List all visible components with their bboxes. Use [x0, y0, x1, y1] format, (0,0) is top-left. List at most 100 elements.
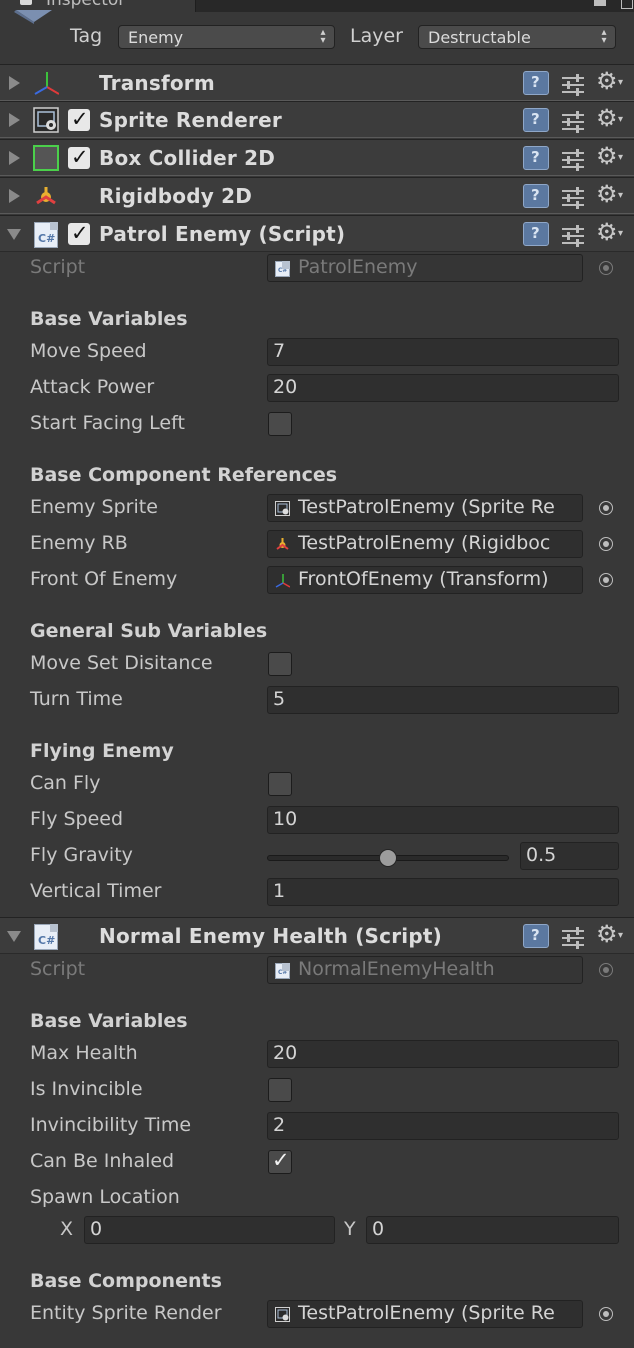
help-book-icon[interactable]: ? [523, 184, 549, 208]
script-field: C# NormalEnemyHealth [267, 956, 583, 984]
front-of-enemy-field[interactable]: FrontOfEnemy (Transform) [267, 566, 583, 594]
invincibility-time-field[interactable]: 2 [267, 1112, 619, 1140]
enemy-sprite-value: TestPatrolEnemy (Sprite Re [298, 496, 555, 518]
foldout-arrow-icon[interactable] [9, 76, 20, 90]
foldout-arrow-icon[interactable] [7, 931, 21, 942]
inspector-tab-strip: Inspector [0, 0, 634, 12]
section-base-variables: Base Variables [30, 1010, 188, 1032]
component-title: Rigidbody 2D [99, 184, 253, 208]
is-invincible-label: Is Invincible [30, 1078, 143, 1100]
sprite-renderer-enabled-checkbox[interactable]: ✓ [68, 107, 90, 131]
foldout-arrow-icon[interactable] [9, 151, 20, 165]
attack-power-field[interactable]: 20 [267, 374, 619, 402]
front-of-enemy-label: Front Of Enemy [30, 568, 178, 590]
spawn-y-field[interactable]: 0 [366, 1216, 619, 1244]
object-picker-icon [599, 261, 613, 275]
start-facing-left-checkbox[interactable] [268, 412, 292, 436]
presets-sliders-icon[interactable] [562, 111, 586, 133]
can-fly-label: Can Fly [30, 772, 101, 794]
foldout-arrow-icon[interactable] [9, 113, 20, 127]
component-title: Box Collider 2D [99, 146, 276, 170]
fly-speed-field[interactable]: 10 [267, 806, 619, 834]
foldout-arrow-icon[interactable] [9, 189, 20, 203]
fly-speed-label: Fly Speed [30, 808, 124, 830]
entity-sprite-render-field[interactable]: TestPatrolEnemy (Sprite Re [267, 1300, 583, 1328]
lock-icon[interactable] [621, 0, 633, 9]
component-title: Normal Enemy Health (Script) [99, 924, 442, 948]
gear-icon[interactable]: ⚙ ▾ [596, 142, 623, 170]
component-header-rigidbody-2d[interactable]: Rigidbody 2D ? ⚙ ▾ [0, 177, 634, 214]
can-be-inhaled-checkbox[interactable]: ✓ [268, 1148, 292, 1174]
is-invincible-checkbox[interactable] [268, 1078, 292, 1102]
component-header-normal-enemy-health[interactable]: C# Normal Enemy Health (Script) ? ⚙ ▾ [0, 917, 634, 954]
move-speed-label: Move Speed [30, 340, 147, 362]
gear-icon[interactable]: ⚙ ▾ [596, 180, 623, 208]
inspector-tab-icon [20, 0, 32, 5]
gameobject-cube-icon [14, 10, 52, 24]
move-set-distance-checkbox[interactable] [268, 652, 292, 676]
object-picker-icon[interactable] [599, 537, 613, 551]
gear-icon[interactable]: ⚙ ▾ [596, 67, 623, 95]
transform-axes-icon [275, 574, 290, 588]
component-header-patrol-enemy[interactable]: C# ✓ Patrol Enemy (Script) ? ⚙ ▾ [0, 215, 634, 252]
csharp-script-icon: C# [34, 222, 58, 248]
object-picker-icon[interactable] [599, 1307, 613, 1321]
patrol-enemy-enabled-checkbox[interactable]: ✓ [68, 221, 90, 245]
enemy-sprite-label: Enemy Sprite [30, 496, 158, 518]
tab-menu-icon[interactable] [594, 0, 606, 6]
presets-sliders-icon[interactable] [562, 927, 586, 949]
tag-label: Tag [70, 25, 103, 47]
object-picker-icon[interactable] [599, 501, 613, 515]
rigidbody-icon [36, 187, 56, 205]
gear-icon[interactable]: ⚙ ▾ [596, 218, 623, 246]
component-header-box-collider-2d[interactable]: ✓ Box Collider 2D ? ⚙ ▾ [0, 139, 634, 176]
entity-sprite-render-label: Entity Sprite Render [30, 1302, 222, 1324]
spawn-x-field[interactable]: 0 [84, 1216, 335, 1244]
move-speed-field[interactable]: 7 [267, 338, 619, 366]
csharp-script-icon: C# [34, 924, 58, 950]
enemy-sprite-field[interactable]: TestPatrolEnemy (Sprite Re [267, 494, 583, 522]
gear-icon[interactable]: ⚙ ▾ [596, 920, 623, 948]
presets-sliders-icon[interactable] [562, 74, 586, 96]
sprite-renderer-icon [275, 1307, 290, 1322]
attack-power-label: Attack Power [30, 376, 155, 398]
fly-gravity-slider-handle[interactable] [379, 849, 397, 867]
tag-dropdown[interactable]: Enemy ▴ ▾ [118, 25, 335, 49]
turn-time-field[interactable]: 5 [267, 686, 619, 714]
section-base-variables: Base Variables [30, 308, 188, 330]
object-picker-icon [599, 963, 613, 977]
sprite-renderer-icon [33, 107, 59, 133]
object-picker-icon[interactable] [599, 573, 613, 587]
layer-dropdown[interactable]: Destructable ▴ ▾ [418, 25, 616, 49]
gear-icon[interactable]: ⚙ ▾ [596, 104, 623, 132]
vertical-timer-field[interactable]: 1 [267, 878, 619, 906]
entity-sprite-render-value: TestPatrolEnemy (Sprite Re [298, 1302, 555, 1324]
spawn-y-label: Y [344, 1218, 356, 1240]
presets-sliders-icon[interactable] [562, 149, 586, 171]
foldout-arrow-icon[interactable] [7, 229, 21, 240]
component-title: Sprite Renderer [99, 108, 282, 132]
help-book-icon[interactable]: ? [523, 222, 549, 246]
vertical-timer-label: Vertical Timer [30, 880, 162, 902]
help-book-icon[interactable]: ? [523, 108, 549, 132]
presets-sliders-icon[interactable] [562, 225, 586, 247]
can-be-inhaled-label: Can Be Inhaled [30, 1150, 175, 1172]
enemy-rb-field[interactable]: TestPatrolEnemy (Rigidboc [267, 530, 583, 558]
can-fly-checkbox[interactable] [268, 772, 292, 796]
start-facing-left-label: Start Facing Left [30, 412, 185, 434]
box-collider-enabled-checkbox[interactable]: ✓ [68, 145, 90, 169]
component-header-transform[interactable]: Transform ? ⚙ ▾ [0, 64, 634, 101]
help-book-icon[interactable]: ? [523, 146, 549, 170]
box-collider-icon [33, 145, 59, 171]
script-value: PatrolEnemy [298, 256, 418, 278]
enemy-rb-value: TestPatrolEnemy (Rigidboc [298, 532, 551, 554]
help-book-icon[interactable]: ? [523, 71, 549, 95]
presets-sliders-icon[interactable] [562, 187, 586, 209]
layer-label: Layer [350, 25, 403, 47]
max-health-field[interactable]: 20 [267, 1040, 619, 1068]
script-label: Script [30, 256, 86, 278]
section-flying-enemy: Flying Enemy [30, 740, 174, 762]
help-book-icon[interactable]: ? [523, 924, 549, 948]
fly-gravity-field[interactable]: 0.5 [520, 842, 619, 870]
component-header-sprite-renderer[interactable]: ✓ Sprite Renderer ? ⚙ ▾ [0, 101, 634, 138]
